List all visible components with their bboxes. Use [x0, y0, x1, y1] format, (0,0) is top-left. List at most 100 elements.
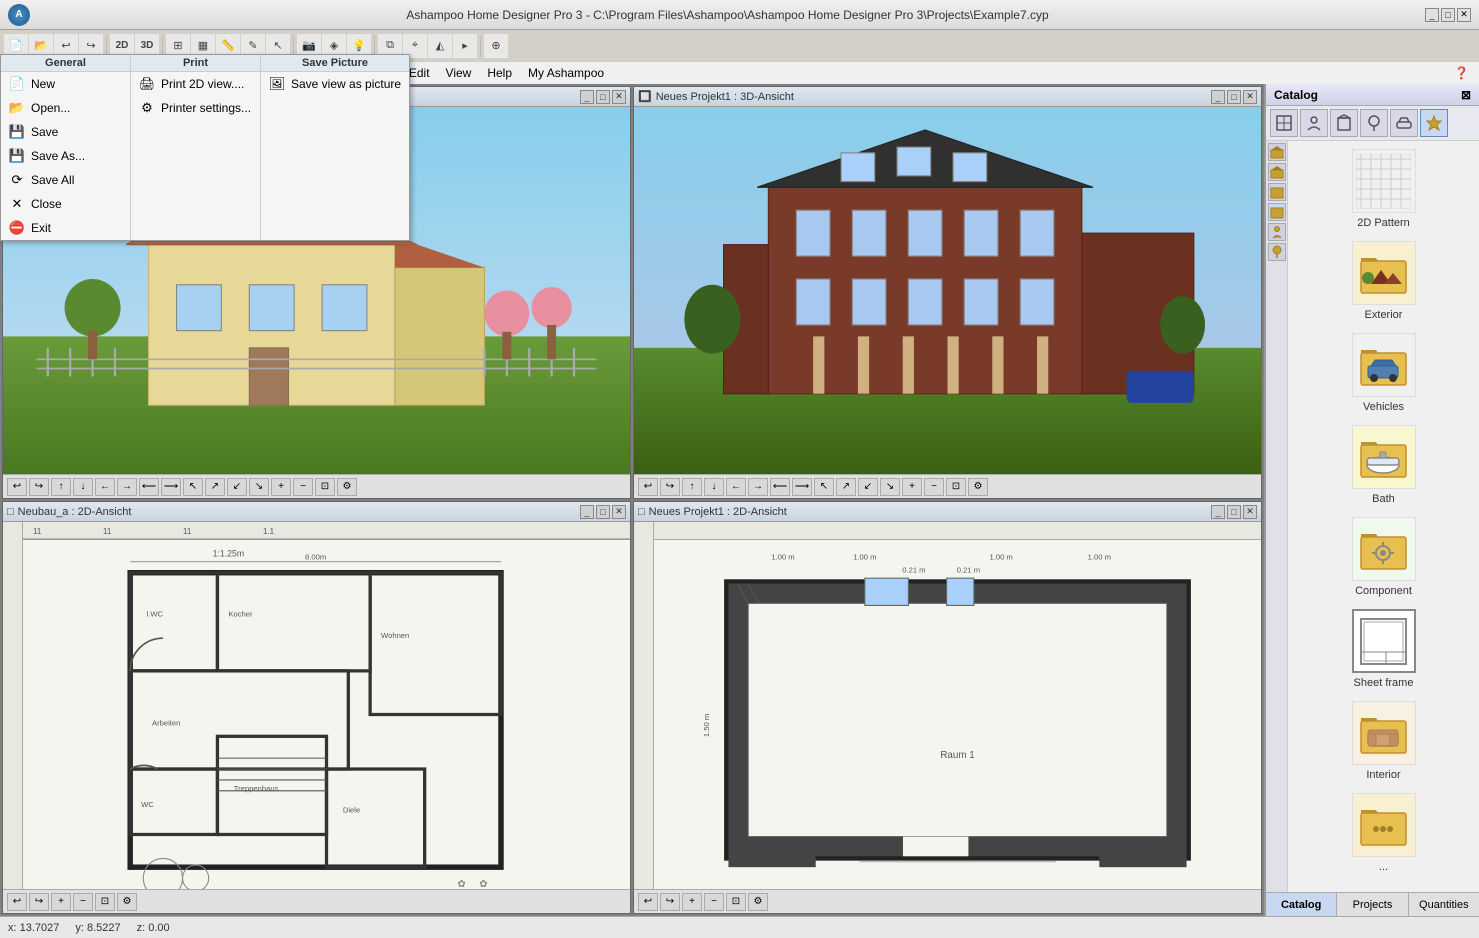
vp-bl-maximize[interactable]: □ — [596, 505, 610, 519]
vp-br-tb-settings[interactable]: ⚙ — [748, 893, 768, 911]
left-icon-measure[interactable] — [1268, 163, 1286, 181]
vp-tl-tb-zoomout[interactable]: − — [293, 478, 313, 496]
vp-tr-tb-zoomout[interactable]: − — [924, 478, 944, 496]
vp-br-tb-2[interactable]: ↪ — [660, 893, 680, 911]
left-icon-tree[interactable] — [1268, 243, 1286, 261]
toolbar-icon-extra4[interactable]: ▸ — [453, 34, 477, 58]
file-save-all[interactable]: ⟳ Save All — [1, 168, 130, 192]
vp-br-tb-1[interactable]: ↩ — [638, 893, 658, 911]
vp-br-minimize[interactable]: _ — [1211, 505, 1225, 519]
catalog-tab-car[interactable] — [1390, 109, 1418, 137]
vp-br-tb-zoomin[interactable]: + — [682, 893, 702, 911]
catalog-tab-home[interactable] — [1270, 109, 1298, 137]
catalog-content[interactable]: 2D Pattern — [1288, 141, 1479, 892]
vp-tr-tb-up[interactable]: ↑ — [682, 478, 702, 496]
vp-bl-close[interactable]: ✕ — [612, 505, 626, 519]
vp-bl-tb-settings[interactable]: ⚙ — [117, 893, 137, 911]
vp-bl-tb-zoomin[interactable]: + — [51, 893, 71, 911]
left-icon-active[interactable] — [1268, 203, 1286, 221]
vp-tr-tb-4[interactable]: ↗ — [836, 478, 856, 496]
catalog-item-exterior[interactable]: Exterior — [1292, 241, 1475, 321]
catalog-item-bath[interactable]: Bath — [1292, 425, 1475, 505]
catalog-tab-building[interactable] — [1330, 109, 1358, 137]
left-icon-person[interactable] — [1268, 223, 1286, 241]
vp-br-tb-zoomout[interactable]: − — [704, 893, 724, 911]
catalog-item-vehicles[interactable]: Vehicles — [1292, 333, 1475, 413]
catalog-item-2dpattern[interactable]: 2D Pattern — [1292, 149, 1475, 229]
vp-tl-tb-5[interactable]: ↙ — [227, 478, 247, 496]
vp-br-maximize[interactable]: □ — [1227, 505, 1241, 519]
vp-tl-maximize[interactable]: □ — [596, 90, 610, 104]
vp-br-tb-fit[interactable]: ⊡ — [726, 893, 746, 911]
vp-tl-tb-fwd[interactable]: ↪ — [29, 478, 49, 496]
vp-tr-tb-3[interactable]: ↖ — [814, 478, 834, 496]
file-save[interactable]: 💾 Save — [1, 120, 130, 144]
vp-tl-close[interactable]: ✕ — [612, 90, 626, 104]
maximize-button[interactable]: □ — [1441, 8, 1455, 22]
file-save-as[interactable]: 💾 Save As... — [1, 144, 130, 168]
menu-help[interactable]: Help — [479, 64, 520, 82]
minimize-button[interactable]: _ — [1425, 8, 1439, 22]
menu-myashampoo[interactable]: My Ashampoo — [520, 64, 612, 82]
vp-tl-tb-back[interactable]: ↩ — [7, 478, 27, 496]
vp-tl-tb-3[interactable]: ↖ — [183, 478, 203, 496]
vp-tl-tb-down[interactable]: ↓ — [73, 478, 93, 496]
close-button[interactable]: ✕ — [1457, 8, 1471, 22]
vp-tl-tb-6[interactable]: ↘ — [249, 478, 269, 496]
vp-tl-tb-left[interactable]: ← — [95, 478, 115, 496]
menu-view[interactable]: View — [438, 64, 480, 82]
catalog-bottom-tab-quantities[interactable]: Quantities — [1409, 893, 1479, 916]
vp-tr-close[interactable]: ✕ — [1243, 90, 1257, 104]
file-exit[interactable]: ⛔ Exit — [1, 216, 130, 240]
vp-tr-tb-right[interactable]: → — [748, 478, 768, 496]
vp-br-close[interactable]: ✕ — [1243, 505, 1257, 519]
catalog-item-interior[interactable]: Interior — [1292, 701, 1475, 781]
vp-tr-tb-back[interactable]: ↩ — [638, 478, 658, 496]
vp-tl-tb-2[interactable]: ⟶ — [161, 478, 181, 496]
catalog-tab-people[interactable] — [1300, 109, 1328, 137]
vp-tr-maximize[interactable]: □ — [1227, 90, 1241, 104]
vp-tr-tb-1[interactable]: ⟵ — [770, 478, 790, 496]
print-2d[interactable]: 🖨 Print 2D view.... — [131, 72, 260, 96]
vp-tl-tb-zoomin[interactable]: + — [271, 478, 291, 496]
vp-tl-tb-right[interactable]: → — [117, 478, 137, 496]
vp-tl-tb-up[interactable]: ↑ — [51, 478, 71, 496]
viewport-bottom-right-content[interactable]: 1.00 m 1.00 m 1.00 m 1.00 m 0.21 m 0.21 … — [634, 522, 1261, 889]
toolbar-icon-extra3[interactable]: ◭ — [428, 34, 452, 58]
catalog-tab-tree[interactable] — [1360, 109, 1388, 137]
vp-tr-tb-6[interactable]: ↘ — [880, 478, 900, 496]
file-open[interactable]: 📂 Open... — [1, 96, 130, 120]
vp-tl-tb-settings[interactable]: ⚙ — [337, 478, 357, 496]
vp-tl-tb-4[interactable]: ↗ — [205, 478, 225, 496]
vp-bl-tb-fit[interactable]: ⊡ — [95, 893, 115, 911]
vp-tr-tb-fit[interactable]: ⊡ — [946, 478, 966, 496]
viewport-bottom-left-content[interactable]: 11 11 11 1.1 1:1.25m — [3, 522, 630, 889]
catalog-resize-icon[interactable]: ⊠ — [1461, 88, 1471, 102]
vp-tr-tb-2[interactable]: ⟶ — [792, 478, 812, 496]
catalog-bottom-tab-projects[interactable]: Projects — [1337, 893, 1408, 916]
vp-tr-tb-zoomin[interactable]: + — [902, 478, 922, 496]
viewport-top-right-content[interactable] — [634, 107, 1261, 474]
file-close[interactable]: ✕ Close — [1, 192, 130, 216]
left-icon-floor[interactable] — [1268, 183, 1286, 201]
printer-settings[interactable]: ⚙ Printer settings... — [131, 96, 260, 120]
vp-bl-minimize[interactable]: _ — [580, 505, 594, 519]
vp-tr-tb-settings[interactable]: ⚙ — [968, 478, 988, 496]
catalog-tab-star[interactable] — [1420, 109, 1448, 137]
vp-bl-tb-2[interactable]: ↪ — [29, 893, 49, 911]
vp-tr-tb-down[interactable]: ↓ — [704, 478, 724, 496]
file-new[interactable]: 📄 New — [1, 72, 130, 96]
left-icon-house[interactable] — [1268, 143, 1286, 161]
menu-help-icon[interactable]: ❓ — [1446, 64, 1477, 82]
toolbar-icon-extra5[interactable]: ⊕ — [484, 34, 508, 58]
vp-tr-tb-5[interactable]: ↙ — [858, 478, 878, 496]
vp-tr-tb-left[interactable]: ← — [726, 478, 746, 496]
vp-bl-tb-zoomout[interactable]: − — [73, 893, 93, 911]
catalog-item-sheetframe[interactable]: Sheet frame — [1292, 609, 1475, 689]
vp-tl-tb-fit[interactable]: ⊡ — [315, 478, 335, 496]
vp-tr-minimize[interactable]: _ — [1211, 90, 1225, 104]
catalog-item-component[interactable]: Component — [1292, 517, 1475, 597]
save-view-picture[interactable]: 🖼 Save view as picture — [261, 72, 409, 96]
catalog-item-more[interactable]: ... — [1292, 793, 1475, 873]
vp-tl-tb-1[interactable]: ⟵ — [139, 478, 159, 496]
